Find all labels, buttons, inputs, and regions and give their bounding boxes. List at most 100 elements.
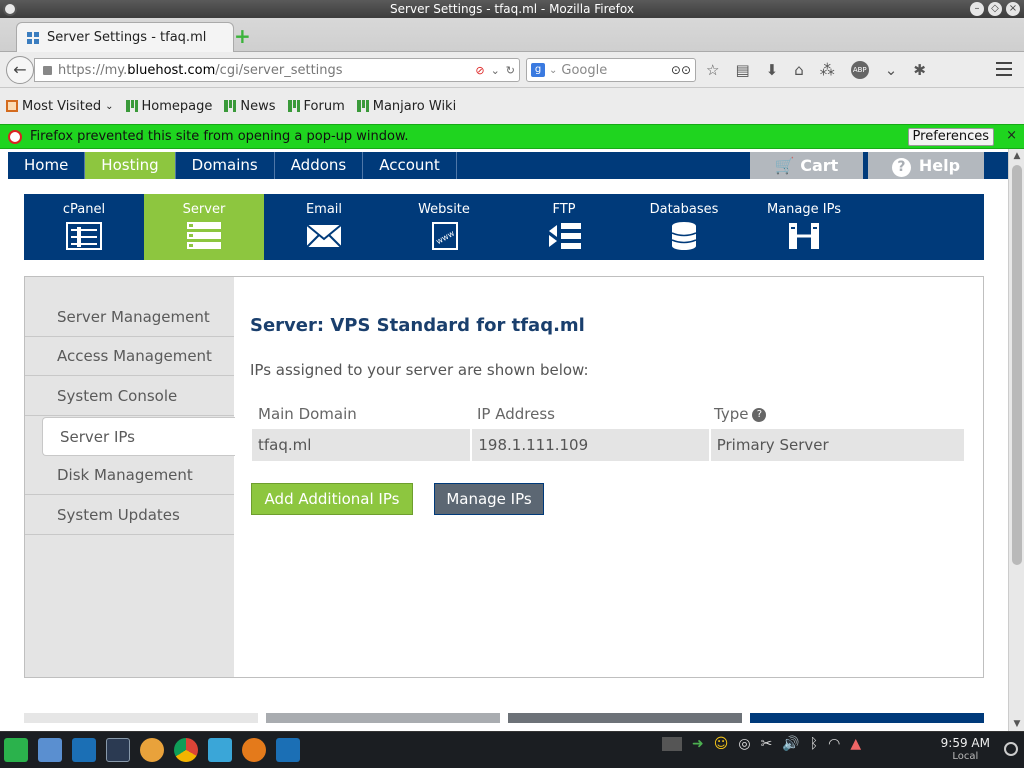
- sidebar-item-disk-management[interactable]: Disk Management: [25, 456, 234, 495]
- help-button[interactable]: ? Help: [868, 152, 984, 179]
- tool-manage-ips[interactable]: Manage IPs: [744, 194, 864, 260]
- arrow-up-icon[interactable]: ▲: [850, 736, 861, 752]
- scissors-icon[interactable]: ✂: [761, 736, 773, 752]
- search-bar[interactable]: g ⌄ Google ⊙⊙: [526, 58, 696, 82]
- minimize-icon[interactable]: –: [970, 2, 984, 16]
- reload-icon[interactable]: ↻: [506, 64, 515, 77]
- popup-blocked-notification: Firefox prevented this site from opening…: [0, 124, 1024, 149]
- update-icon[interactable]: ➜: [692, 736, 704, 752]
- bookmark-manjaro-wiki[interactable]: Manjaro Wiki: [356, 99, 456, 114]
- scroll-down-icon[interactable]: ▼: [1012, 719, 1022, 729]
- toolbar-icons: ☆ ▤ ⬇ ⌂ ⁂ ABP ⌄ ✱: [706, 61, 926, 79]
- workspace-switcher-icon[interactable]: [662, 737, 682, 751]
- extension-icon[interactable]: ⁂: [820, 61, 835, 79]
- chevron-down-icon[interactable]: ⌄: [885, 61, 898, 79]
- bookmark-homepage[interactable]: Homepage: [125, 99, 212, 114]
- server-icon: [187, 222, 221, 249]
- eye-app-icon[interactable]: [242, 738, 266, 762]
- menu-icon[interactable]: [996, 62, 1012, 76]
- clock[interactable]: 9:59 AM Local: [941, 736, 990, 764]
- clipboard-icon[interactable]: ◎: [738, 736, 750, 752]
- column-ip-address: IP Address: [477, 405, 555, 423]
- sidebar: Server Management Access Management Syst…: [25, 277, 235, 677]
- footer-strip: [266, 713, 500, 723]
- google-engine-icon[interactable]: g: [531, 63, 545, 77]
- url-bar-icons: ⊘ ⌄ ↻: [475, 64, 519, 77]
- sidebar-item-server-management[interactable]: Server Management: [25, 298, 234, 337]
- nav-home[interactable]: Home: [8, 152, 86, 179]
- nav-domains[interactable]: Domains: [176, 152, 275, 179]
- binoculars-icon[interactable]: ⊙⊙: [671, 63, 691, 77]
- terminal-icon[interactable]: [106, 738, 130, 762]
- popup-blocked-icon: [8, 129, 22, 144]
- home-icon[interactable]: ⌂: [794, 61, 804, 79]
- help-label: Help: [918, 156, 961, 175]
- manjaro-menu-icon[interactable]: [4, 738, 28, 762]
- manage-ips-button[interactable]: Manage IPs: [434, 483, 544, 515]
- footer-strips: [24, 713, 984, 723]
- tool-databases[interactable]: Databases: [624, 194, 744, 260]
- chevron-down-icon[interactable]: ⌄: [549, 65, 557, 76]
- volume-icon[interactable]: 🔊: [782, 736, 799, 752]
- chat-app-icon[interactable]: [208, 738, 232, 762]
- manjaro-icon: [125, 100, 138, 112]
- adblock-icon[interactable]: ABP: [850, 61, 869, 79]
- url-path: /cgi/server_settings: [215, 62, 343, 78]
- chrome-icon[interactable]: [174, 738, 198, 762]
- nav-account[interactable]: Account: [363, 152, 457, 179]
- reading-list-icon[interactable]: ▤: [735, 61, 749, 79]
- url-prefix: https://my.: [58, 62, 128, 78]
- tool-ftp[interactable]: FTP: [504, 194, 624, 260]
- cpanel-icon: [66, 222, 102, 250]
- tool-cpanel[interactable]: cPanel: [24, 194, 144, 260]
- cart-button[interactable]: 🛒 Cart: [750, 152, 863, 179]
- top-navigation: Home Hosting Domains Addons Account 🛒 Ca…: [8, 152, 1008, 179]
- shark-app-icon[interactable]: [276, 738, 300, 762]
- close-icon[interactable]: ×: [1006, 128, 1017, 143]
- nav-hosting[interactable]: Hosting: [85, 152, 176, 179]
- back-button[interactable]: ←: [6, 56, 34, 84]
- power-icon[interactable]: [1004, 742, 1018, 756]
- tool-website[interactable]: Website www: [384, 194, 504, 260]
- screenshot-app-icon[interactable]: [38, 738, 62, 762]
- shark-app-icon[interactable]: [72, 738, 96, 762]
- server-ips-table: Main Domain IP Address Type? tfaq.ml 198…: [252, 399, 966, 461]
- close-window-icon[interactable]: ×: [1006, 2, 1020, 16]
- maximize-icon[interactable]: ◇: [988, 2, 1002, 16]
- svg-text:www: www: [434, 228, 456, 246]
- ghost-icon[interactable]: ☺: [714, 736, 729, 752]
- tool-email[interactable]: Email: [264, 194, 384, 260]
- bluetooth-icon[interactable]: ᛒ: [810, 736, 818, 752]
- sidebar-item-system-console[interactable]: System Console: [25, 377, 234, 416]
- table-row: tfaq.ml 198.1.111.109 Primary Server: [252, 429, 966, 461]
- eye-app-icon[interactable]: [140, 738, 164, 762]
- popup-blocked-icon[interactable]: ⊘: [475, 64, 484, 77]
- nav-addons[interactable]: Addons: [275, 152, 364, 179]
- sidebar-item-system-updates[interactable]: System Updates: [25, 496, 234, 535]
- sidebar-item-server-ips[interactable]: Server IPs: [42, 417, 235, 456]
- bookmark-news[interactable]: News: [224, 99, 276, 114]
- page-scrollbar[interactable]: ▲ ▼: [1008, 149, 1024, 731]
- scroll-up-icon[interactable]: ▲: [1012, 151, 1022, 161]
- help-icon[interactable]: ?: [752, 408, 767, 422]
- scrollbar-thumb[interactable]: [1012, 165, 1022, 565]
- wifi-icon[interactable]: ◠: [828, 736, 840, 752]
- email-icon: [306, 224, 342, 248]
- preferences-button[interactable]: Preferences: [907, 128, 994, 146]
- main-content: Server: VPS Standard for tfaq.ml IPs ass…: [250, 277, 983, 677]
- url-bar[interactable]: https://my. bluehost.com/cgi/server_setti…: [34, 58, 520, 82]
- new-tab-icon[interactable]: +: [234, 26, 251, 46]
- extension-bug-icon[interactable]: ✱: [913, 61, 926, 79]
- download-icon[interactable]: ⬇: [766, 61, 779, 79]
- tool-server[interactable]: Server: [144, 194, 264, 260]
- bookmark-most-visited[interactable]: Most Visited ⌄: [6, 99, 114, 114]
- add-additional-ips-button[interactable]: Add Additional IPs: [251, 483, 413, 515]
- dropdown-icon[interactable]: ⌄: [491, 64, 500, 77]
- help-icon: ?: [891, 158, 911, 177]
- bookmark-forum[interactable]: Forum: [287, 99, 345, 114]
- bookmark-star-icon[interactable]: ☆: [706, 61, 719, 79]
- tab-server-settings[interactable]: Server Settings - tfaq.ml: [16, 22, 234, 52]
- sidebar-item-access-management[interactable]: Access Management: [25, 337, 234, 376]
- database-icon: [671, 222, 697, 250]
- tool-label: Email: [305, 202, 343, 217]
